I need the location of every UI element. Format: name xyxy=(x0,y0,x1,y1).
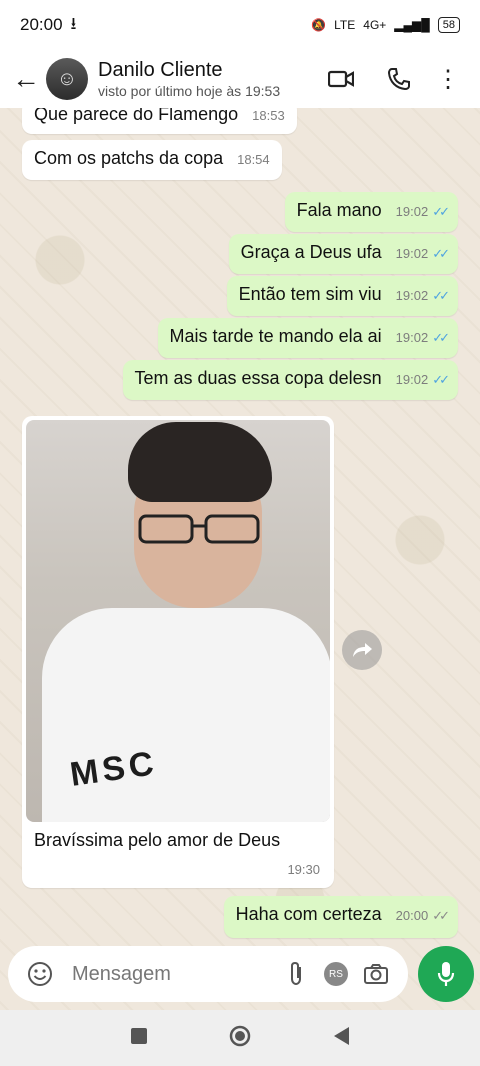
message-time: 19:02 xyxy=(395,330,429,345)
message-text: Haha com certeza xyxy=(235,904,382,924)
message-time: 19:30 xyxy=(287,862,320,877)
message-text: Graça a Deus ufa xyxy=(240,242,382,262)
message-time: 19:02 xyxy=(395,288,429,303)
signal-icon: ▂▄▆█ xyxy=(394,18,430,32)
recents-icon[interactable] xyxy=(130,1027,148,1050)
payment-icon[interactable]: RS xyxy=(316,962,356,986)
message-text: Tem as duas essa copa delesn xyxy=(134,368,382,388)
contact-name: Danilo Cliente xyxy=(98,59,223,81)
phone-icon[interactable] xyxy=(370,67,428,91)
message-bubble[interactable]: Fala mano 19:02 ✓✓ xyxy=(284,192,458,232)
mute-icon: 🔕 xyxy=(311,18,327,32)
rs-label: RS xyxy=(324,962,348,986)
message-time: 19:02 xyxy=(395,246,429,261)
back-arrow-icon[interactable]: ← xyxy=(12,63,40,95)
message-text: Fala mano xyxy=(296,200,382,220)
attach-icon[interactable] xyxy=(276,961,316,987)
message-text: Com os patchs da copa xyxy=(34,148,224,168)
message-bubble[interactable]: Então tem sim viu 19:02 ✓✓ xyxy=(226,276,458,316)
message-time: 19:02 xyxy=(395,204,429,219)
message-list: Que parece do Flamengo 18:53 Com os patch… xyxy=(0,108,480,948)
message-time: 20:00 xyxy=(395,908,429,923)
message-text: Então tem sim viu xyxy=(238,284,382,304)
glasses-shape xyxy=(138,514,260,544)
more-icon[interactable]: ⋮ xyxy=(428,65,468,94)
read-ticks-icon: ✓✓ xyxy=(432,204,450,219)
message-input[interactable]: Mensagem xyxy=(72,963,276,986)
message-bubble[interactable]: Tem as duas essa copa delesn 19:02 ✓✓ xyxy=(122,360,458,400)
emoji-icon[interactable] xyxy=(20,961,60,987)
network-label: 4G+ xyxy=(363,18,387,32)
status-bar: 20:00 ⭳ 🔕 LTE 4G+ ▂▄▆█ 58 xyxy=(0,0,480,50)
message-bubble[interactable]: Com os patchs da copa 18:54 xyxy=(22,140,282,180)
message-composer: Mensagem RS xyxy=(8,946,408,1002)
download-icon: ⭳ xyxy=(70,13,77,33)
photo-caption: Bravíssima pelo amor de Deus xyxy=(34,830,281,850)
message-bubble[interactable]: Haha com certeza 20:00 ✓✓ xyxy=(223,896,458,938)
message-bubble[interactable]: Que parece do Flamengo 18:53 xyxy=(22,108,297,134)
battery-icon: 58 xyxy=(437,17,460,33)
avatar[interactable]: ☺ xyxy=(46,58,88,100)
photo-message[interactable]: MSC Bravíssima pelo amor de Deus 19:30 xyxy=(22,416,334,888)
home-icon[interactable] xyxy=(228,1024,252,1053)
message-bubble[interactable]: Graça a Deus ufa 19:02 ✓✓ xyxy=(228,234,458,274)
message-text: Que parece do Flamengo xyxy=(34,108,239,124)
photo-image[interactable]: MSC xyxy=(26,420,330,822)
camera-icon[interactable] xyxy=(356,963,396,985)
delivered-ticks-icon: ✓✓ xyxy=(432,908,450,923)
forward-icon[interactable] xyxy=(342,630,382,670)
lte-label: LTE xyxy=(334,18,356,32)
message-time: 19:02 xyxy=(395,372,429,387)
read-ticks-icon: ✓✓ xyxy=(432,246,450,261)
message-time: 18:54 xyxy=(237,152,270,167)
message-text: Mais tarde te mando ela ai xyxy=(169,326,382,346)
read-ticks-icon: ✓✓ xyxy=(432,330,450,345)
mic-icon[interactable] xyxy=(418,946,474,1002)
chat-header: ← ☺ Danilo Cliente visto por último hoje… xyxy=(0,50,480,108)
status-time: 20:00 xyxy=(20,15,63,34)
message-bubble[interactable]: Mais tarde te mando ela ai 19:02 ✓✓ xyxy=(157,318,458,358)
hair-shape xyxy=(128,422,272,502)
last-seen: visto por último hoje às 19:53 xyxy=(98,83,281,99)
back-nav-icon[interactable] xyxy=(332,1026,350,1051)
read-ticks-icon: ✓✓ xyxy=(432,372,450,387)
system-nav-bar xyxy=(0,1010,480,1066)
video-call-icon[interactable] xyxy=(312,69,370,89)
message-time: 18:53 xyxy=(252,108,285,123)
read-ticks-icon: ✓✓ xyxy=(432,288,450,303)
contact-info[interactable]: Danilo Cliente visto por último hoje às … xyxy=(98,59,312,99)
